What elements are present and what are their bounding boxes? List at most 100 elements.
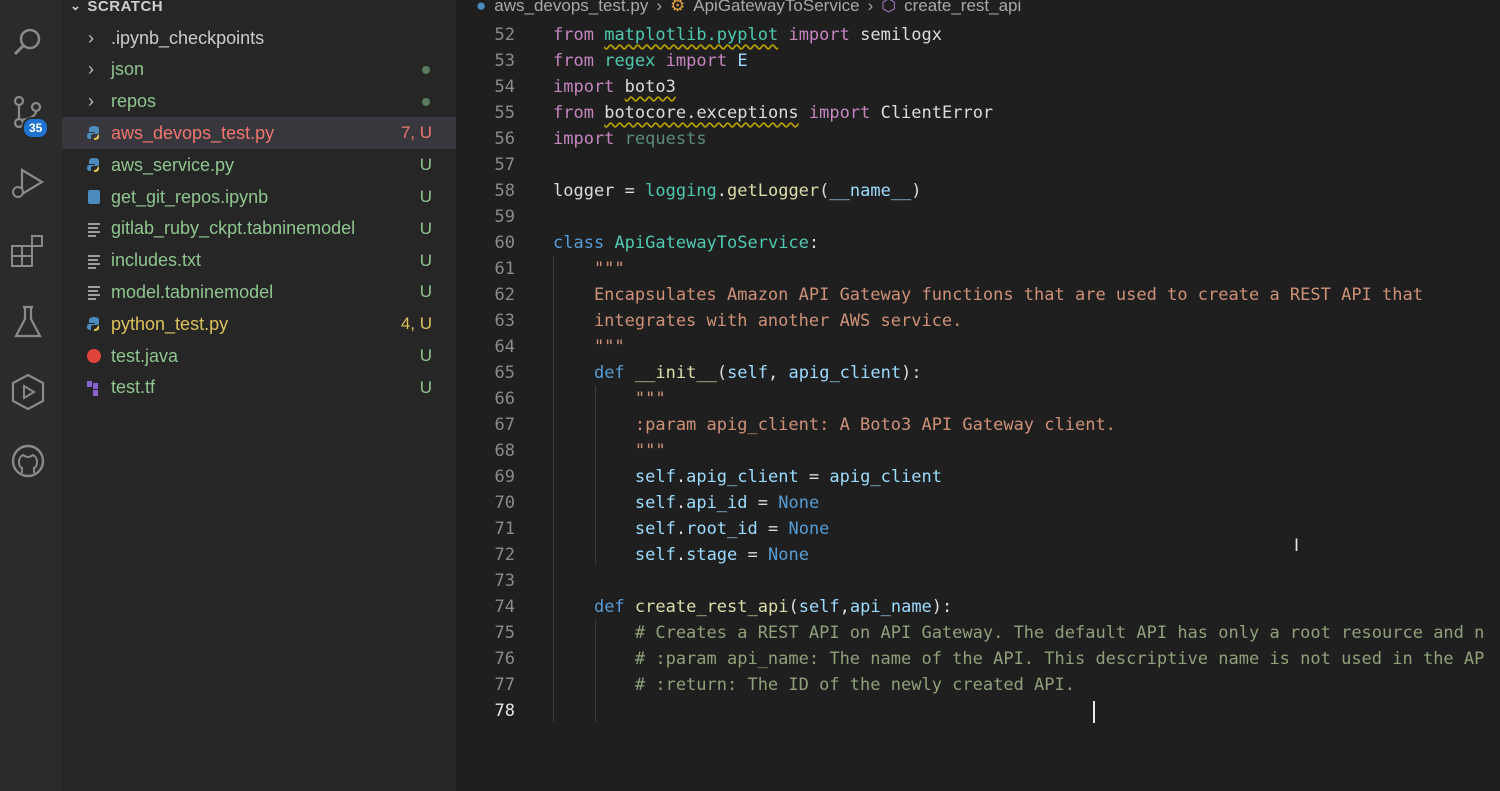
line-number: 65 [494, 363, 515, 383]
explorer-item[interactable]: get_git_repos.ipynb U [62, 181, 456, 213]
explorer-item[interactable]: test.tf U [62, 372, 456, 404]
line-number: 75 [494, 623, 515, 643]
code-line[interactable]: 65 def __init__(self, apig_client): [456, 360, 1500, 386]
line-number: 58 [494, 181, 515, 201]
line-number: 72 [494, 545, 515, 565]
code-line[interactable]: 56 import requests [456, 126, 1500, 152]
explorer-panel: ⌄ SCRATCH › .ipynb_checkpoints › json › repos… [62, 0, 456, 791]
explorer-item[interactable]: aws_service.py U [62, 149, 456, 181]
line-number: 74 [494, 597, 515, 617]
explorer-item[interactable]: includes.txt U [62, 245, 456, 277]
line-number: 54 [494, 77, 515, 97]
explorer-section-header[interactable]: ⌄ SCRATCH [70, 0, 163, 16]
run-debug-icon[interactable] [8, 162, 48, 202]
text-file-icon [86, 284, 102, 301]
explorer-item[interactable]: gitlab_ruby_ckpt.tabninemodel U [62, 213, 456, 245]
python-file-icon [86, 157, 102, 173]
code-line[interactable]: 55 from botocore.exceptions import Client… [456, 100, 1500, 126]
line-number: 73 [494, 571, 515, 591]
explorer-item-label: gitlab_ruby_ckpt.tabninemodel [111, 218, 356, 239]
line-number: 55 [494, 103, 515, 123]
code-line[interactable]: 66 """ [456, 386, 1500, 412]
git-status-badge: U [419, 346, 432, 365]
code-line[interactable]: 70 self.api_id = None [456, 490, 1500, 516]
testing-icon[interactable] [8, 302, 48, 342]
explorer-item-label: repos [111, 91, 157, 112]
explorer-item[interactable]: test.java U [62, 340, 456, 372]
code-line[interactable]: 68 """ [456, 438, 1500, 464]
explorer-item-label: aws_service.py [111, 154, 235, 175]
code-line[interactable]: 73 [456, 568, 1500, 594]
code-line[interactable]: 58 logger = logging.getLogger(__name__) [456, 178, 1500, 204]
code-line[interactable]: 74 def create_rest_api(self,api_name): [456, 594, 1500, 620]
explorer-item[interactable]: model.tabninemodel U [62, 276, 456, 308]
line-number: 64 [494, 337, 515, 357]
breadcrumb-method[interactable]: create_rest_api [904, 0, 1021, 16]
source-control-badge: 35 [22, 117, 50, 139]
explorer-item-label: test.tf [111, 377, 156, 398]
code-line[interactable]: 54 import boto3 [456, 74, 1500, 100]
explorer-item-label: test.java [111, 345, 179, 366]
chevron-right-icon: › [656, 0, 662, 15]
code-line[interactable]: 67 :param apig_client: A Boto3 API Gatew… [456, 412, 1500, 438]
line-number: 63 [494, 311, 515, 331]
code-line[interactable]: 62 Encapsulates Amazon API Gateway funct… [456, 282, 1500, 308]
code-line[interactable]: 64 """ [456, 334, 1500, 360]
code-line[interactable]: 63 integrates with another AWS service. [456, 308, 1500, 334]
text-cursor [1093, 701, 1095, 723]
python-icon: ● [476, 0, 487, 15]
line-number: 53 [494, 51, 515, 71]
code-line[interactable]: 72 self.stage = None [456, 542, 1500, 568]
code-line[interactable]: 78 [456, 698, 1500, 724]
explorer-item-label: .ipynb_checkpoints [111, 27, 265, 48]
explorer-item[interactable]: › .ipynb_checkpoints [62, 22, 456, 54]
git-status-badge: U [419, 155, 432, 175]
line-number: 66 [494, 389, 515, 409]
modified-dot-icon [422, 97, 430, 106]
line-number: 67 [494, 415, 515, 435]
chevron-right-icon[interactable]: › [88, 28, 94, 49]
code-line[interactable]: 61 """ [456, 256, 1500, 282]
explorer-item-label: aws_devops_test.py [111, 122, 275, 143]
explorer-item[interactable]: aws_devops_test.py 7, U [62, 117, 456, 150]
git-status-badge: U [419, 218, 432, 238]
python-file-icon [86, 125, 102, 141]
line-number: 69 [494, 467, 515, 487]
line-number: 71 [494, 519, 515, 539]
explorer-item[interactable]: python_test.py 4, U [62, 308, 456, 340]
breadcrumb-file[interactable]: aws_devops_test.py [494, 0, 648, 16]
code-line[interactable]: 59 [456, 204, 1500, 230]
code-line[interactable]: 75 # Creates a REST API on API Gateway. … [456, 620, 1500, 646]
line-number: 76 [494, 649, 515, 669]
activity-bar: 35 [0, 0, 62, 791]
line-number: 62 [494, 285, 515, 305]
chevron-right-icon: › [867, 0, 874, 15]
line-number: 68 [494, 441, 515, 461]
code-line[interactable]: 52 from matplotlib.pyplot import semilogx [456, 22, 1500, 48]
breadcrumb-class[interactable]: ApiGatewayToService [693, 0, 859, 16]
line-number: 60 [494, 233, 515, 253]
line-number: 52 [494, 25, 515, 45]
search-icon[interactable] [8, 22, 48, 62]
line-number: 59 [494, 207, 515, 227]
modified-dot-icon [422, 65, 430, 74]
editor[interactable]: ● aws_devops_test.py › ⚙ ApiGatewayToSer… [456, 0, 1500, 791]
line-number: 57 [494, 155, 515, 175]
explorer-item[interactable]: › json [62, 54, 456, 86]
extensions-icon[interactable] [8, 232, 48, 272]
chevron-right-icon[interactable]: › [88, 91, 94, 112]
chevron-right-icon[interactable]: › [88, 59, 94, 80]
code-line[interactable]: 53 from regex import E [456, 48, 1500, 74]
code-line[interactable]: 71 self.root_id = None [456, 516, 1500, 542]
code-line[interactable]: 77 # :return: The ID of the newly create… [456, 672, 1500, 698]
remote-explorer-icon[interactable] [8, 372, 48, 412]
explorer-item[interactable]: › repos [62, 86, 456, 118]
java-file-icon [86, 348, 102, 364]
code-line[interactable]: 57 [456, 152, 1500, 178]
code-line[interactable]: 60 class ApiGatewayToService: [456, 230, 1500, 256]
code-line[interactable]: 76 # :param api_name: The name of the AP… [456, 646, 1500, 672]
git-status-badge: 7, U [400, 123, 432, 143]
github-icon[interactable] [8, 442, 48, 482]
code-line[interactable]: 69 self.apig_client = apig_client [456, 464, 1500, 490]
notebook-file-icon [86, 189, 102, 205]
